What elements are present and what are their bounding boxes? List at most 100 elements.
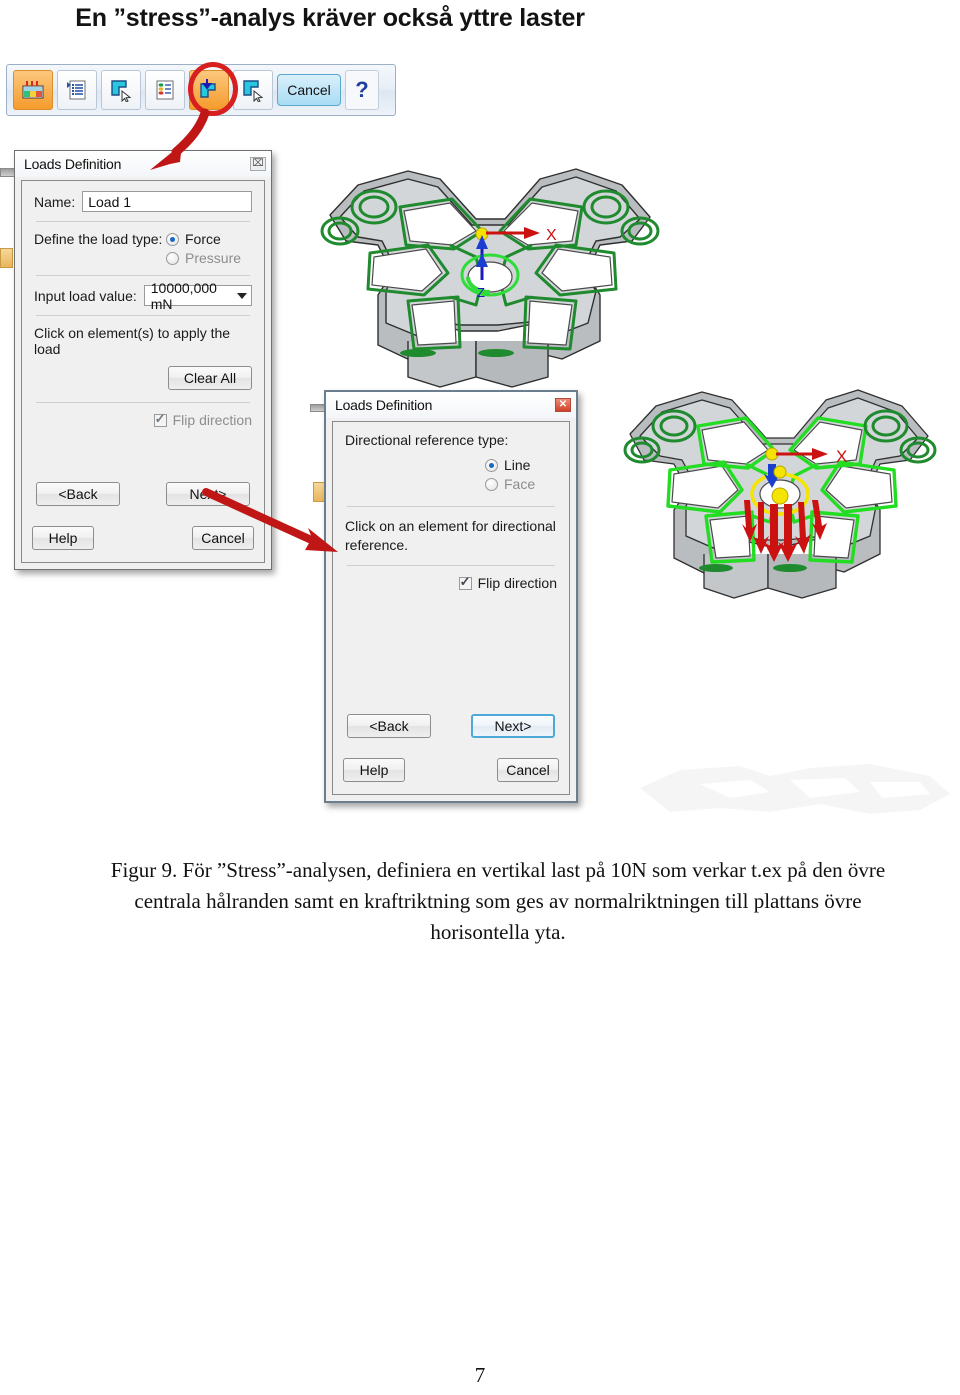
flip-direction-row: Flip direction xyxy=(34,411,252,428)
cancel-button[interactable]: Cancel xyxy=(192,526,254,550)
page-number: 7 xyxy=(474,1363,486,1387)
radio-line[interactable]: Line xyxy=(485,457,557,473)
caption-line-2: centrala hålranden samt en kraftriktning… xyxy=(134,889,862,913)
clear-all-button[interactable]: Clear All xyxy=(168,366,252,390)
input-load-value-label: Input load value: xyxy=(34,287,137,304)
radio-pressure[interactable]: Pressure xyxy=(166,250,252,266)
radio-line-icon[interactable] xyxy=(485,458,498,472)
flip-direction-checkbox[interactable]: Flip direction xyxy=(153,411,252,428)
radio-face-icon[interactable] xyxy=(485,477,498,491)
ref-instruction-line2: reference. xyxy=(345,537,409,553)
page-title: En ”stress”-analys kräver också yttre la… xyxy=(75,4,585,32)
radio-force-label: Force xyxy=(185,231,221,247)
dialog2-titlebar[interactable]: Loads Definition ✕ xyxy=(326,392,576,418)
toolbar-button-mesh-results[interactable] xyxy=(13,70,53,110)
divider xyxy=(36,275,250,276)
nav-buttons-row: <Back Next> xyxy=(36,482,250,506)
radio-force[interactable]: Force xyxy=(166,231,252,247)
toolbar-button-material-list[interactable] xyxy=(145,70,185,110)
dialog2-body: Directional reference type: Line Face Cl… xyxy=(332,421,570,795)
checkbox-icon[interactable] xyxy=(153,411,167,427)
mesh-results-icon xyxy=(22,81,44,99)
ref-instruction: Click on an element for directional refe… xyxy=(345,517,557,555)
name-input[interactable]: Load 1 xyxy=(82,191,252,212)
loads-definition-dialog-step1[interactable]: Loads Definition ⌧ Name: Load 1 Define t… xyxy=(14,150,272,570)
flip-direction-label: Flip direction xyxy=(172,412,252,428)
toolbar-cancel-button[interactable]: Cancel xyxy=(277,74,341,106)
checkbox-icon[interactable] xyxy=(458,574,472,590)
toolbar-button-select-load[interactable] xyxy=(233,70,273,110)
radio-line-label: Line xyxy=(504,457,531,473)
caption-line-3: horisontella yta. xyxy=(430,920,566,944)
footer-buttons-row: Help Cancel xyxy=(32,526,254,550)
ref-instruction-line1: Click on an element for directional xyxy=(345,518,556,534)
dialog2-title: Loads Definition xyxy=(335,397,433,413)
load-type-row-2: Pressure xyxy=(34,250,252,266)
flip-direction-label: Flip direction xyxy=(477,575,557,591)
flip-direction-row: Flip direction xyxy=(345,574,557,591)
dialog1-body: Name: Load 1 Define the load type: Force… xyxy=(21,180,265,563)
flip-direction-checkbox[interactable]: Flip direction xyxy=(458,574,557,591)
cad-part-loaded-view: X xyxy=(623,389,937,599)
toolbar-button-add-load[interactable] xyxy=(189,70,229,110)
toolbar-cancel-label: Cancel xyxy=(287,82,331,98)
select-constraint-icon xyxy=(111,80,132,102)
nav-buttons-row: <Back Next> xyxy=(347,714,555,738)
radio-face[interactable]: Face xyxy=(485,476,557,492)
next-button[interactable]: Next> xyxy=(166,482,250,506)
back-button[interactable]: <Back xyxy=(36,482,120,506)
svg-text:X: X xyxy=(546,227,557,244)
help-button[interactable]: Help xyxy=(343,758,405,782)
next-button[interactable]: Next> xyxy=(471,714,555,738)
name-label: Name: xyxy=(34,193,76,210)
loads-definition-dialog-step2[interactable]: Loads Definition ✕ Directional reference… xyxy=(324,390,578,803)
dialog1-title: Loads Definition xyxy=(24,156,122,172)
apply-instruction-text: Click on element(s) to apply the load xyxy=(34,325,231,357)
ref-type-line-row: Line xyxy=(345,457,557,473)
input-load-value-row: Input load value: 10000,000 mN xyxy=(34,280,252,312)
background-orange-tab xyxy=(0,248,13,268)
input-load-value-combo[interactable]: 10000,000 mN xyxy=(143,280,252,312)
toolbar-button-select-constraint[interactable] xyxy=(101,70,141,110)
name-field-row: Name: Load 1 xyxy=(34,191,252,212)
figure-caption: Figur 9. För ”Stress”-analysen, definier… xyxy=(42,855,954,948)
radio-force-icon[interactable] xyxy=(166,232,179,246)
caption-line-1: Figur 9. För ”Stress”-analysen, definier… xyxy=(110,858,886,882)
close-icon[interactable]: ✕ xyxy=(555,398,571,412)
add-load-icon xyxy=(200,79,216,98)
radio-face-label: Face xyxy=(504,476,536,492)
close-icon[interactable]: ⌧ xyxy=(250,157,266,171)
divider xyxy=(36,221,250,222)
toolbar-button-list-properties[interactable] xyxy=(57,70,97,110)
chevron-down-icon[interactable] xyxy=(237,292,247,299)
ref-type-label-row: Directional reference type: xyxy=(345,432,557,448)
divider xyxy=(347,565,555,566)
list-properties-icon xyxy=(67,80,86,100)
divider xyxy=(36,402,250,403)
svg-text:Z: Z xyxy=(477,285,485,300)
clear-all-row: Clear All xyxy=(34,366,252,390)
cad-part-top-view: X Z xyxy=(320,168,660,388)
footer-buttons-row: Help Cancel xyxy=(343,758,559,782)
apply-instruction: Click on element(s) to apply the load xyxy=(34,325,252,357)
dialog1-titlebar[interactable]: Loads Definition ⌧ xyxy=(15,151,271,177)
divider xyxy=(347,506,555,507)
input-load-value-text: 10000,000 mN xyxy=(150,279,217,312)
svg-text:X: X xyxy=(836,447,847,466)
question-mark-icon: ? xyxy=(355,77,369,102)
cancel-button[interactable]: Cancel xyxy=(497,758,559,782)
radio-pressure-icon[interactable] xyxy=(166,251,179,265)
material-list-icon xyxy=(156,80,174,100)
select-load-icon xyxy=(243,80,264,102)
radio-pressure-label: Pressure xyxy=(185,250,242,266)
loads-toolbar[interactable]: Cancel ? xyxy=(6,64,396,116)
load-type-row: Define the load type: Force xyxy=(34,231,252,247)
divider xyxy=(36,315,250,316)
ref-type-label: Directional reference type: xyxy=(345,432,509,448)
help-button[interactable]: Help xyxy=(32,526,94,550)
cad-part-ghost-watermark xyxy=(640,764,950,814)
toolbar-help-button[interactable]: ? xyxy=(345,70,379,110)
ref-type-face-row: Face xyxy=(345,476,557,492)
load-type-label: Define the load type: xyxy=(34,231,163,247)
back-button[interactable]: <Back xyxy=(347,714,431,738)
